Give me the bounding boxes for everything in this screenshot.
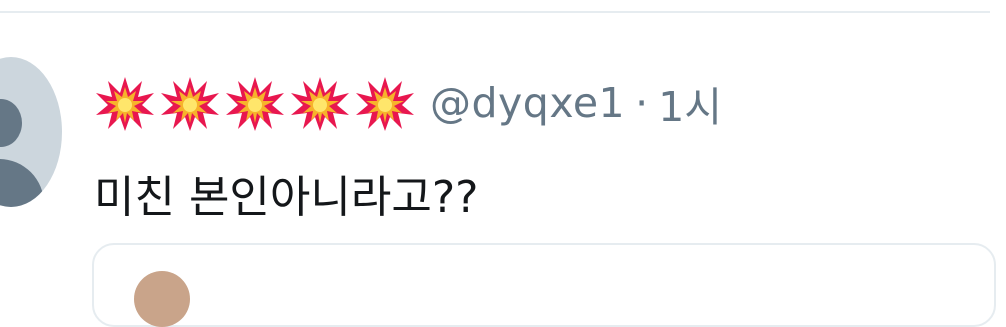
collision-icon [96, 77, 154, 131]
default-avatar-head [0, 99, 22, 147]
user-handle[interactable]: @dyqxe1 [430, 79, 625, 127]
tweet[interactable]: @dyqxe1 · 1시 미친 본인아니라고?? [0, 13, 1006, 327]
quoted-tweet-card[interactable] [92, 243, 996, 327]
timestamp[interactable]: 1시 [658, 73, 722, 133]
tweet-header: @dyqxe1 · 1시 [94, 73, 722, 133]
collision-icon [226, 77, 284, 131]
default-avatar-body [0, 159, 44, 207]
separator-dot: · [635, 79, 649, 127]
collision-icon [291, 77, 349, 131]
quoted-tweet-avatar[interactable] [134, 271, 190, 327]
avatar[interactable] [0, 57, 62, 207]
collision-icon [161, 77, 219, 131]
display-name[interactable] [94, 75, 416, 131]
tweet-text: 미친 본인아니라고?? [94, 172, 479, 223]
collision-icon [356, 77, 414, 131]
